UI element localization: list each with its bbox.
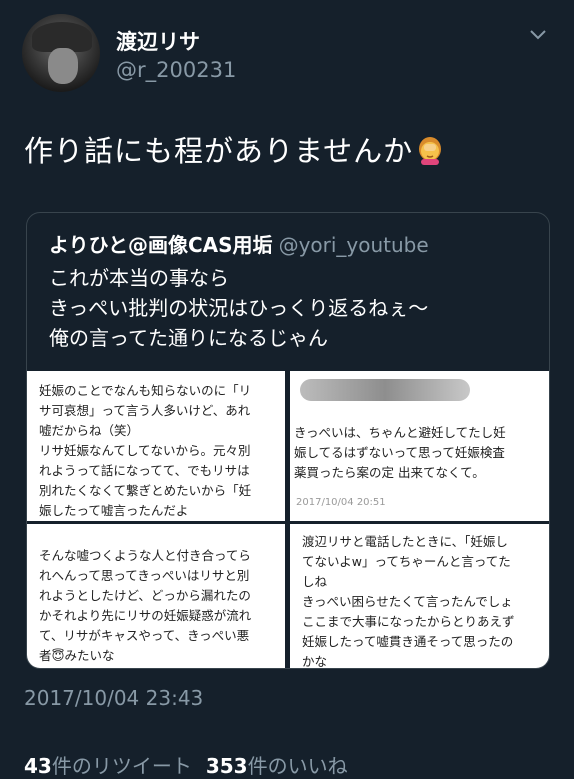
like-label[interactable]: 件のいいね [248, 754, 348, 778]
tweet-timestamp[interactable]: 2017/10/04 23:43 [24, 686, 203, 710]
quoted-image-4[interactable]: 渡辺リサと電話したときに、「妊娠し てないよw」ってちゃーんと言ってた しね き… [290, 524, 549, 668]
blurred-name [300, 379, 470, 401]
quoted-image-3[interactable]: そんな嘘つくような人と付き合ってら れへんって思ってきっぺいはリサと別 れようと… [27, 524, 285, 668]
display-name[interactable]: 渡辺リサ [116, 26, 200, 56]
quoted-text: これが本当の事なら きっぺい批判の状況はひっくり返るねぇ〜 俺の言ってた通りにな… [49, 263, 428, 353]
avatar-face [48, 48, 78, 84]
tweet-stats: 43件のリツイート 353件のいいね [24, 750, 348, 779]
image-text: そんな嘘つくような人と付き合ってら れへんって思ってきっぺいはリサと別 れようと… [39, 548, 252, 663]
quoted-line: これが本当の事なら [49, 266, 229, 290]
chevron-down-icon[interactable] [528, 28, 548, 42]
quoted-header: よりひと@画像CAS用垢 @yori_youtube [49, 229, 429, 258]
quoted-display-name[interactable]: よりひと@画像CAS用垢 [49, 233, 273, 257]
quoted-image-1[interactable]: 妊娠のことでなんも知らないのに「リ サ可哀想」って言う人多いけど、あれ 嘘だから… [27, 371, 285, 521]
quoted-tweet[interactable]: よりひと@画像CAS用垢 @yori_youtube これが本当の事なら きっぺい… [26, 212, 550, 669]
tweet-text: 作り話にも程がありませんか [24, 128, 445, 170]
image-timestamp: 2017/10/04 20:51 [296, 497, 386, 508]
face-palm-emoji-icon [419, 137, 442, 165]
image-text: 渡辺リサと電話したときに、「妊娠し てないよw」ってちゃーんと言ってた しね き… [302, 534, 515, 668]
quoted-line: きっぺい批判の状況はひっくり返るねぇ〜 [49, 296, 429, 320]
quoted-image-2[interactable]: きっぺいは、ちゃんと避妊してたし妊 娠してるはずないって思って妊娠検査 薬買った… [290, 371, 549, 521]
quoted-line: 俺の言ってた通りになるじゃん [49, 326, 328, 350]
retweet-label[interactable]: 件のリツイート [52, 754, 192, 778]
retweet-count[interactable]: 43 [24, 754, 52, 778]
user-handle[interactable]: @r_200231 [116, 58, 236, 82]
like-count[interactable]: 353 [206, 754, 248, 778]
tweet-body: 作り話にも程がありませんか [24, 134, 414, 168]
avatar[interactable] [22, 14, 100, 92]
tweet-header: 渡辺リサ @r_200231 [22, 14, 552, 94]
image-text: 妊娠のことでなんも知らないのに「リ サ可哀想」って言う人多いけど、あれ 嘘だから… [39, 383, 252, 518]
quoted-handle[interactable]: @yori_youtube [279, 233, 429, 257]
